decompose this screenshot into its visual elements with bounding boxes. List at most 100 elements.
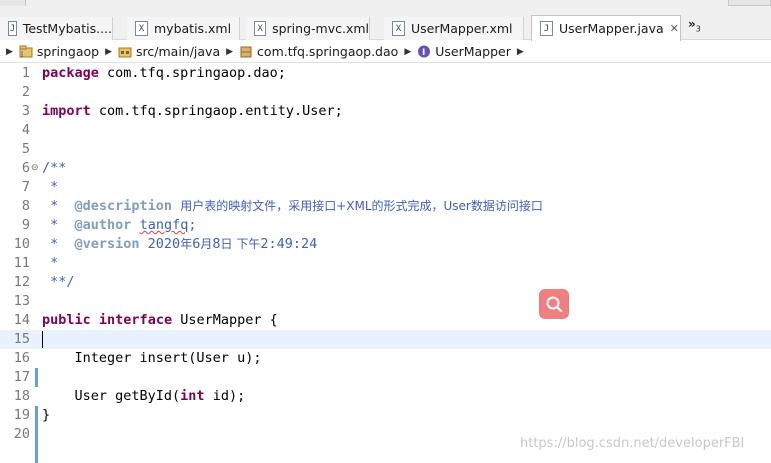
chevron-right-icon: ▶ (105, 46, 113, 57)
line-number: 7 (21, 179, 30, 195)
line-number: 15 (13, 331, 30, 347)
package-icon (240, 46, 252, 58)
tab-spring-mvc-xml[interactable]: X spring-mvc.xml (246, 17, 370, 40)
chevron-double-right-icon: » (688, 17, 696, 31)
tab-label: UserMapper.xml (411, 21, 513, 36)
code-text: **/ (42, 274, 75, 290)
code-line: 13 (0, 292, 771, 311)
close-icon[interactable]: ✕ (670, 22, 679, 35)
interface-icon: I (418, 45, 431, 58)
code-editor[interactable]: 1 package com.tfq.springaop.dao; 2 3 imp… (0, 64, 771, 463)
code-text: /** (42, 160, 67, 176)
line-number: 17 (13, 369, 30, 385)
breadcrumb-arrow-icon[interactable]: ▶ (6, 47, 13, 57)
breadcrumb-item-source-folder[interactable]: src/main/java ▶ (112, 44, 233, 59)
breadcrumb: ▶ J springaop ▶ src/main/java ▶ com.tfq.… (0, 41, 771, 63)
code-line: 7 * (0, 178, 771, 197)
line-number: 9 (21, 217, 30, 233)
project-icon: J (19, 45, 33, 58)
line-number: 8 (21, 198, 30, 214)
editor-tab-bar: J TestMybatis.... X mybatis.xml X spring… (0, 0, 771, 41)
text-cursor (42, 331, 43, 348)
line-number: 2 (21, 84, 30, 100)
code-text: * @version 2020年6月8日 下午2:49:24 (42, 236, 318, 252)
code-text: User getById(int id); (42, 388, 246, 404)
code-line: 8 * @description 用户表的映射文件，采用接口+XML的形式完成，… (0, 197, 771, 216)
source-folder-icon (118, 47, 132, 58)
line-number: 4 (21, 122, 30, 138)
java-file-icon: J (540, 21, 553, 36)
breadcrumb-item-interface[interactable]: I UserMapper ▶ (411, 44, 524, 59)
tab-mybatis-xml[interactable]: X mybatis.xml (127, 17, 240, 40)
code-line: 16 Integer insert(User u); (0, 349, 771, 368)
code-line: 9 * @author tangfq; (0, 216, 771, 235)
code-line: 19 } (0, 406, 771, 425)
code-line: 10 * @version 2020年6月8日 下午2:49:24 (0, 235, 771, 254)
code-text: import com.tfq.springaop.entity.User; (42, 103, 343, 119)
code-text: * (42, 179, 59, 195)
code-line: 18 User getById(int id); (0, 387, 771, 406)
code-text: Integer insert(User u); (42, 350, 262, 366)
code-line: 17 (0, 368, 771, 387)
code-text: * @author tangfq; (42, 217, 197, 233)
line-number: 5 (21, 141, 30, 157)
fold-collapse-icon[interactable]: ⊝ (31, 163, 39, 173)
line-number: 19 (13, 407, 30, 423)
breadcrumb-item-project[interactable]: J springaop ▶ (13, 44, 112, 59)
line-number: 20 (13, 426, 30, 442)
tab-usermapper-java[interactable]: J UserMapper.java ✕ (531, 15, 681, 41)
code-line: 1 package com.tfq.springaop.dao; (0, 64, 771, 83)
line-number: 10 (13, 236, 30, 252)
line-number: 14 (13, 312, 30, 328)
xml-file-icon: X (392, 21, 405, 36)
code-text: * (42, 255, 59, 271)
tab-label: spring-mvc.xml (272, 21, 369, 36)
xml-file-icon: X (135, 21, 148, 36)
tab-testmybatis[interactable]: J TestMybatis.... (0, 17, 113, 40)
line-number: 1 (21, 65, 30, 81)
code-line: 2 (0, 83, 771, 102)
code-line: 6 ⊝ /** (0, 159, 771, 178)
svg-text:J: J (20, 50, 23, 58)
breadcrumb-label: src/main/java (136, 44, 221, 59)
window-control-left (0, 0, 26, 6)
code-line: 14 public interface UserMapper { (0, 311, 771, 330)
line-number: 13 (13, 293, 30, 309)
watermark-text: https://blog.csdn.net/developerFBI (520, 436, 745, 451)
code-line: 5 (0, 140, 771, 159)
breadcrumb-label: UserMapper (435, 44, 511, 59)
line-number: 12 (13, 274, 30, 290)
tab-overflow-button[interactable]: »3 (688, 17, 701, 33)
code-text: * @description 用户表的映射文件，采用接口+XML的形式完成，Us… (42, 198, 543, 214)
code-text: package com.tfq.springaop.dao; (42, 65, 286, 81)
chevron-right-icon: ▶ (226, 46, 234, 57)
breadcrumb-label: com.tfq.springaop.dao (257, 44, 399, 59)
line-number: 16 (13, 350, 30, 366)
code-line: 12 **/ (0, 273, 771, 292)
tab-label: TestMybatis.... (22, 21, 112, 36)
code-line: 11 * (0, 254, 771, 273)
line-number: 6 (21, 160, 30, 176)
tab-label: mybatis.xml (154, 21, 232, 36)
line-number: 18 (13, 388, 30, 404)
window-control-right (728, 0, 771, 6)
code-text: } (42, 407, 51, 423)
line-number: 3 (21, 103, 30, 119)
search-button[interactable] (539, 289, 569, 319)
code-line: 3 import com.tfq.springaop.entity.User; (0, 102, 771, 121)
chevron-right-icon: ▶ (404, 46, 412, 57)
overflow-count: 3 (695, 24, 701, 34)
java-file-icon: J (8, 21, 17, 36)
line-number: 11 (13, 255, 30, 271)
code-line: 4 (0, 121, 771, 140)
code-text: public interface UserMapper { (42, 312, 278, 328)
breadcrumb-item-package[interactable]: com.tfq.springaop.dao ▶ (233, 44, 411, 59)
tab-usermapper-xml[interactable]: X UserMapper.xml (384, 17, 524, 40)
tab-label: UserMapper.java (559, 21, 664, 36)
chevron-right-icon: ▶ (516, 46, 524, 57)
current-line[interactable]: 15 (0, 330, 771, 349)
search-icon (546, 296, 563, 313)
xml-file-icon: X (254, 21, 267, 36)
breadcrumb-label: springaop (36, 44, 100, 59)
svg-text:I: I (422, 48, 425, 58)
